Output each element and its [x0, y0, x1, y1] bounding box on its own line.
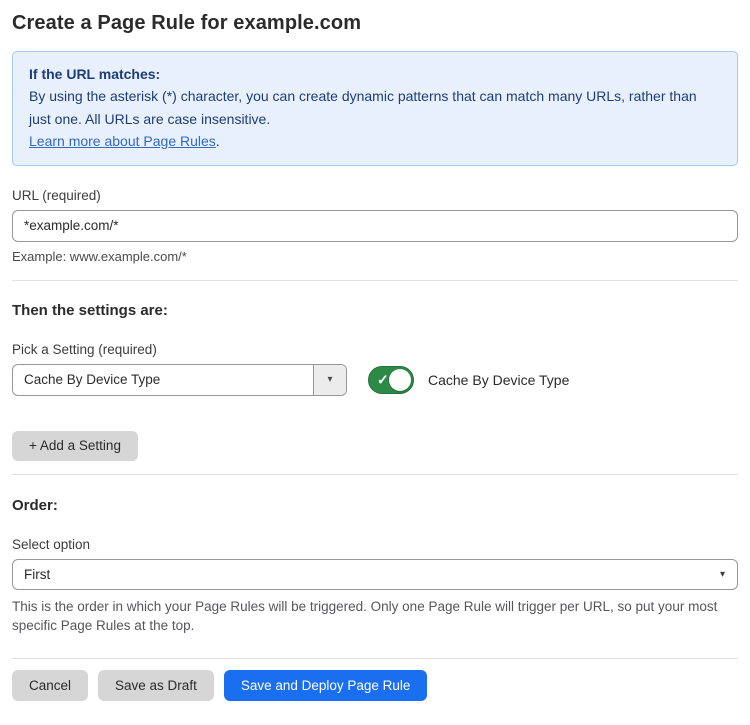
page-title: Create a Page Rule for example.com [12, 12, 738, 35]
page-rule-form: Create a Page Rule for example.com If th… [0, 0, 750, 725]
cancel-button[interactable]: Cancel [12, 670, 88, 701]
link-suffix: . [216, 133, 220, 149]
info-box-body: By using the asterisk (*) character, you… [29, 85, 721, 130]
url-example-text: Example: www.example.com/* [12, 249, 738, 264]
url-input[interactable] [12, 210, 738, 242]
toggle-label: Cache By Device Type [428, 372, 569, 388]
info-box-link-line: Learn more about Page Rules. [29, 130, 721, 152]
setting-row: Cache By Device Type ▾ ✓ Cache By Device… [12, 364, 738, 396]
url-match-info-box: If the URL matches: By using the asteris… [12, 51, 738, 166]
chevron-down-icon: ▾ [327, 374, 332, 385]
divider [12, 280, 738, 281]
add-setting-button[interactable]: + Add a Setting [12, 431, 138, 461]
info-box-heading: If the URL matches: [29, 63, 721, 85]
order-help-text: This is the order in which your Page Rul… [12, 597, 738, 636]
divider [12, 474, 738, 475]
learn-more-link[interactable]: Learn more about Page Rules [29, 133, 216, 149]
setting-select-value: Cache By Device Type [13, 365, 313, 395]
setting-select-arrow-button[interactable]: ▾ [313, 365, 346, 395]
save-deploy-button[interactable]: Save and Deploy Page Rule [224, 670, 428, 701]
cache-device-toggle[interactable]: ✓ [368, 366, 414, 394]
order-select-label: Select option [12, 537, 738, 552]
url-label: URL (required) [12, 188, 738, 203]
order-select-value: First [24, 567, 720, 582]
checkmark-icon: ✓ [377, 372, 389, 386]
order-heading: Order: [12, 497, 738, 514]
order-select[interactable]: First ▾ [12, 559, 738, 590]
settings-heading: Then the settings are: [12, 302, 738, 319]
chevron-down-icon: ▾ [720, 569, 725, 580]
form-actions: Cancel Save as Draft Save and Deploy Pag… [12, 670, 738, 701]
setting-select[interactable]: Cache By Device Type ▾ [12, 364, 347, 396]
divider [12, 658, 738, 659]
toggle-knob [389, 369, 411, 391]
pick-setting-label: Pick a Setting (required) [12, 342, 738, 357]
save-draft-button[interactable]: Save as Draft [98, 670, 214, 701]
